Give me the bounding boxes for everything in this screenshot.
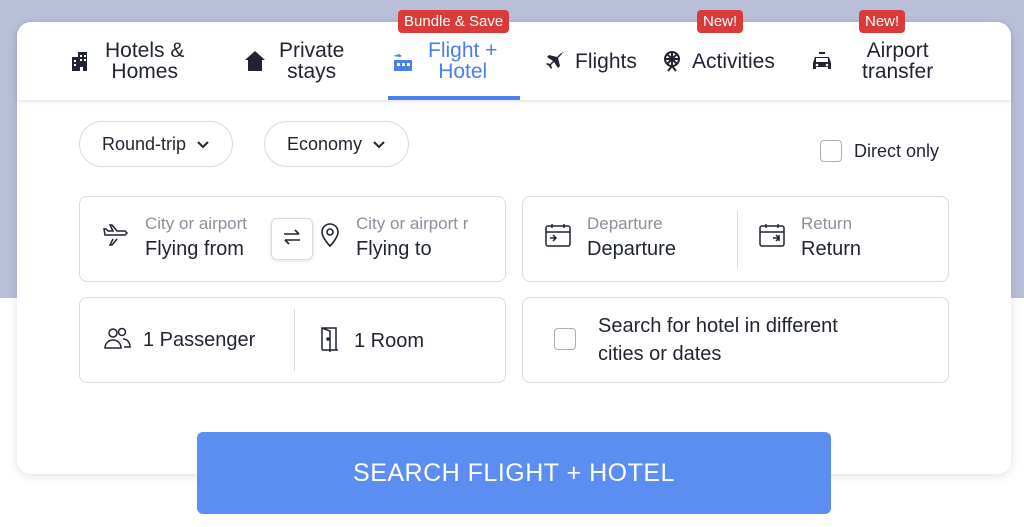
trip-type-select[interactable]: Round-trip <box>79 121 234 167</box>
tab-label: stays <box>287 60 337 83</box>
tab-label: Private <box>279 39 345 62</box>
tab-label: Homes <box>111 60 178 83</box>
return-field[interactable]: Return Return <box>759 214 861 261</box>
origin-value: Flying from <box>145 238 244 260</box>
chevron-down-icon <box>196 134 210 155</box>
car-icon <box>810 49 834 73</box>
different-cities-option[interactable] <box>554 328 576 350</box>
different-cities-label: Search for hotel in different cities or … <box>598 315 838 365</box>
tab-activities[interactable]: New! Activities <box>660 10 775 100</box>
direct-only-toggle[interactable]: Direct only <box>820 140 939 162</box>
swap-arrows-icon <box>282 228 302 251</box>
passengers-value: 1 Passenger <box>143 329 256 351</box>
destination-value: Flying to <box>356 238 432 260</box>
tab-label: Airport <box>866 39 929 62</box>
house-icon <box>243 49 267 73</box>
new-badge: New! <box>859 10 906 33</box>
tab-label: Activities <box>692 49 775 73</box>
tab-label: transfer <box>862 60 934 83</box>
flight-hotel-icon <box>390 48 416 74</box>
chevron-down-icon <box>372 134 386 155</box>
product-tabs: Hotels & Homes Private stays Bundle & Sa… <box>17 10 1011 100</box>
tab-label: Flights <box>575 49 637 73</box>
destination-field[interactable]: City or airport r Flying to <box>320 214 496 261</box>
departure-value: Departure <box>587 238 676 260</box>
search-button[interactable]: SEARCH FLIGHT + HOTEL <box>197 432 831 514</box>
location-pin-icon <box>320 222 340 253</box>
cabin-class-value: Economy <box>287 133 363 154</box>
airplane-icon <box>543 49 567 73</box>
tab-private-stays[interactable]: Private stays <box>243 22 344 100</box>
departure-field[interactable]: Departure Departure <box>545 214 676 261</box>
origin-placeholder: City or airport <box>145 214 248 233</box>
people-icon <box>103 326 131 355</box>
return-placeholder: Return <box>801 214 853 233</box>
calendar-icon <box>545 223 571 252</box>
cabin-class-select[interactable]: Economy <box>264 121 410 167</box>
tab-hotels-homes[interactable]: Hotels & Homes <box>69 22 184 100</box>
tab-flight-hotel[interactable]: Bundle & Save Flight + Hotel <box>388 10 520 100</box>
tab-label: Hotels & <box>105 39 185 62</box>
departure-placeholder: Departure <box>587 214 663 233</box>
destination-placeholder: City or airport r <box>356 214 469 233</box>
direct-only-label: Direct only <box>854 140 940 161</box>
return-value: Return <box>801 238 862 260</box>
origin-field[interactable]: City or airport Flying from <box>103 214 269 261</box>
new-badge: New! <box>697 10 744 33</box>
rooms-value: 1 Room <box>354 330 425 352</box>
tab-label: Flight + <box>428 39 498 62</box>
different-cities-checkbox[interactable] <box>554 328 576 350</box>
hotel-building-icon <box>69 49 93 73</box>
ferris-wheel-icon <box>660 49 684 73</box>
calendar-return-icon <box>759 223 785 252</box>
rooms-field[interactable]: 1 Room <box>320 326 424 357</box>
direct-only-checkbox[interactable] <box>820 140 842 162</box>
tab-airport-transfer[interactable]: New! Airport transfer <box>810 10 934 100</box>
passengers-field[interactable]: 1 Passenger <box>103 326 255 355</box>
bundle-badge: Bundle & Save <box>398 10 510 33</box>
tab-flights[interactable]: Flights <box>543 22 637 100</box>
search-button-label: SEARCH FLIGHT + HOTEL <box>353 458 675 487</box>
door-icon <box>320 326 340 357</box>
trip-type-value: Round-trip <box>102 133 187 154</box>
tab-label: Hotel <box>438 60 488 83</box>
airplane-icon <box>103 224 129 251</box>
swap-cities-button[interactable] <box>271 218 313 260</box>
